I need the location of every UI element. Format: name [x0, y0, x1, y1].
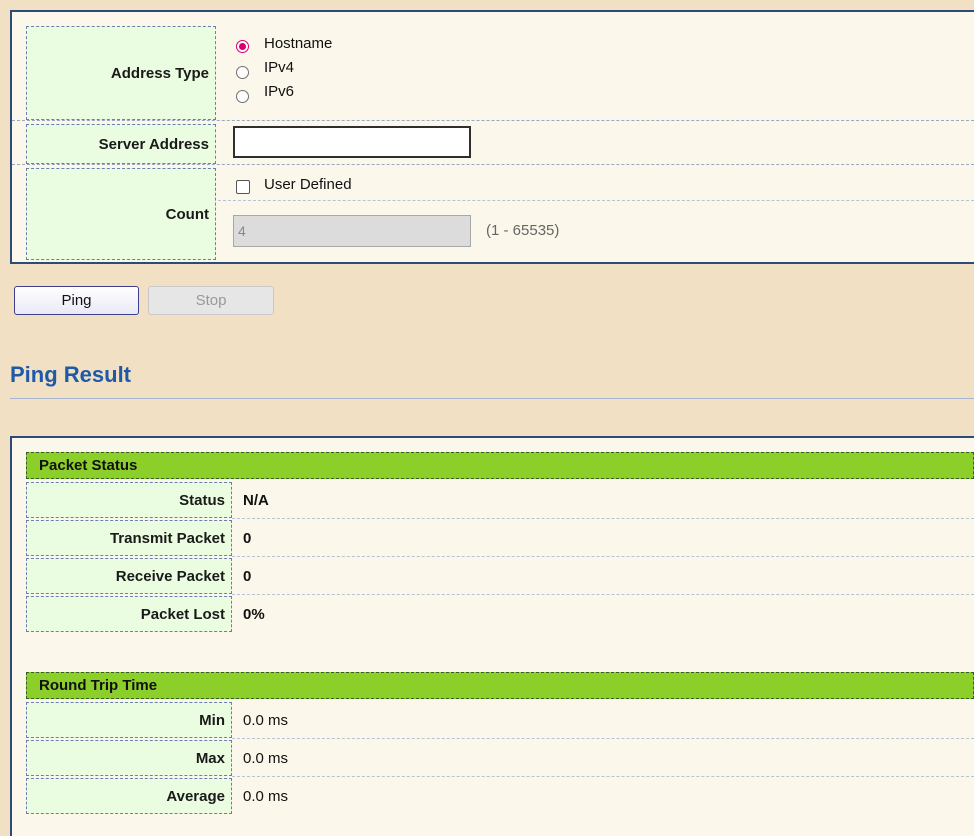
status-value: N/A — [243, 492, 269, 509]
average-value: 0.0 ms — [243, 788, 289, 805]
count-range-hint: (1 - 65535) — [486, 222, 560, 239]
ping-settings-panel: Address Type Hostname IPv4 IPv6 Server A… — [10, 10, 974, 264]
packet-status-header: Packet Status — [26, 452, 974, 479]
ping-button[interactable]: Ping — [14, 286, 139, 315]
radio-ipv6-label[interactable]: IPv6 — [264, 83, 294, 100]
radio-hostname[interactable] — [236, 40, 249, 53]
radio-ipv6[interactable] — [236, 90, 249, 103]
min-label: Min — [26, 702, 232, 738]
row-divider — [232, 776, 974, 777]
max-value: 0.0 ms — [243, 750, 289, 767]
average-label: Average — [26, 778, 232, 814]
server-address-input[interactable] — [233, 126, 471, 158]
row-divider — [232, 594, 974, 595]
receive-packet-label: Receive Packet — [26, 558, 232, 594]
packet-lost-label: Packet Lost — [26, 596, 232, 632]
row-divider — [232, 738, 974, 739]
ping-result-divider — [10, 398, 974, 399]
stop-button[interactable]: Stop — [148, 286, 274, 315]
radio-ipv4-label[interactable]: IPv4 — [264, 59, 294, 76]
transmit-packet-value: 0 — [243, 530, 252, 547]
row-divider — [232, 556, 974, 557]
max-label: Max — [26, 740, 232, 776]
count-divider — [218, 200, 974, 201]
ping-result-panel: Packet Status Status N/A Transmit Packet… — [10, 436, 974, 836]
user-defined-label[interactable]: User Defined — [264, 176, 352, 193]
receive-packet-value: 0 — [243, 568, 252, 585]
status-label: Status — [26, 482, 232, 518]
round-trip-time-header: Round Trip Time — [26, 672, 974, 699]
row-divider — [232, 518, 974, 519]
packet-lost-value: 0% — [243, 606, 265, 623]
radio-hostname-label[interactable]: Hostname — [264, 35, 332, 52]
count-input[interactable] — [233, 215, 471, 247]
server-address-label: Server Address — [26, 124, 216, 164]
count-label: Count — [26, 168, 216, 260]
address-type-label: Address Type — [26, 26, 216, 120]
ping-result-title: Ping Result — [10, 362, 132, 387]
user-defined-checkbox[interactable] — [236, 180, 250, 194]
min-value: 0.0 ms — [243, 712, 289, 729]
transmit-packet-label: Transmit Packet — [26, 520, 232, 556]
radio-ipv4[interactable] — [236, 66, 249, 79]
